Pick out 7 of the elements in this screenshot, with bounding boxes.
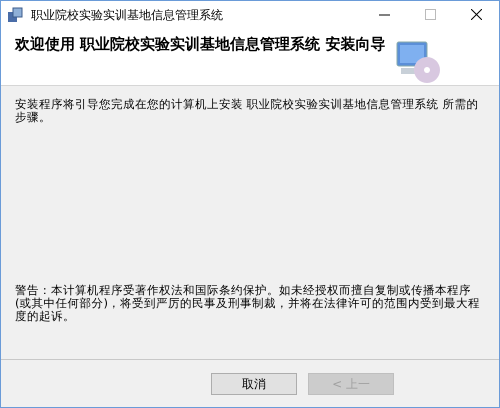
window-title: 职业院校实验实训基地信息管理系统 [31,6,224,24]
intro-text: 安装程序将引导您完成在您的计算机上安装 职业院校实验实训基地信息管理系统 所需的步骤。 [15,98,480,124]
wizard-title: 欢迎使用 职业院校实验实训基地信息管理系统 安装向导 [15,36,386,55]
cancel-button[interactable]: 取消 [211,372,297,394]
close-icon[interactable] [470,9,482,20]
installer-icon [7,6,23,22]
copyright-warning: 警告：本计算机程序受著作权法和国际条约保护。如未经授权而擅自复制或传播本程序(或其中任何部分)，将受到严厉的民事及刑事制裁，并将在法律许可的范围内受到最大程度的起诉。 [15,284,481,323]
